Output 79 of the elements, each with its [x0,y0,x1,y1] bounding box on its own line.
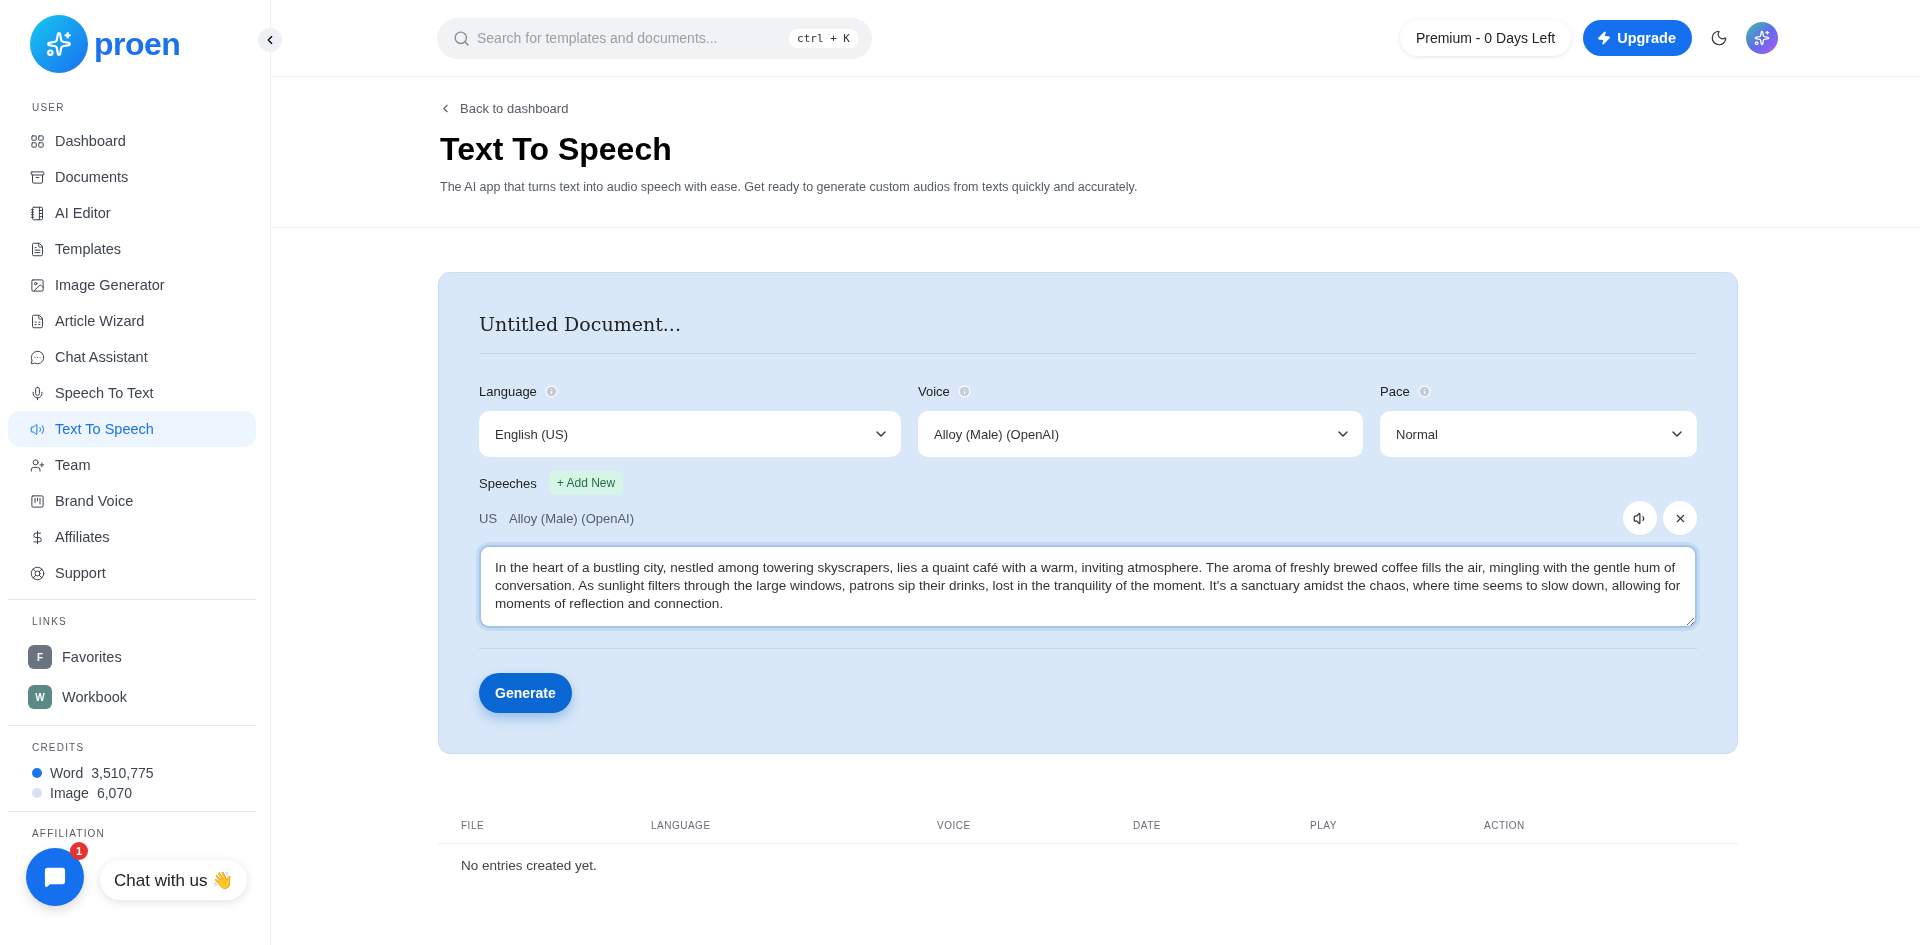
back-link[interactable]: Back to dashboard [439,101,569,116]
column-header: ACTION [1484,820,1526,831]
search-icon [453,29,470,47]
credit-value: 3,510,775 [91,765,154,781]
dropdown[interactable]: Alloy (Male) (OpenAI) [918,411,1363,457]
field-label: Voice [918,384,950,399]
document-title: Untitled Document... [479,313,1697,354]
flag-code: US [479,510,498,526]
column-header: VOICE [937,820,972,831]
empty-message: No entries created yet. [460,857,598,875]
preview-button[interactable] [1623,501,1657,535]
notebook-icon [30,205,45,221]
speech-voice: Alloy (Male) (OpenAI) [509,510,635,526]
sidebar-item[interactable]: Team [8,447,256,483]
sidebar-item[interactable]: Text To Speech [8,411,256,447]
chat-icon [44,866,66,888]
section-title: AFFILIATION [31,828,107,839]
section-title: LINKS [31,616,68,627]
credit-label: Image [50,785,89,801]
lightning-icon [1597,31,1612,45]
field-label: Pace [1380,384,1410,399]
info-icon [544,385,558,398]
avatar[interactable] [1746,22,1778,54]
moon-icon [1710,29,1728,47]
logo-text: proen [94,25,181,63]
document-icon [30,313,45,329]
letter-avatar: F [28,645,52,669]
column-header: LANGUAGE [651,820,712,831]
sidebar-item[interactable]: Documents [8,159,256,195]
sidebar-item[interactable]: Article Wizard [8,303,256,339]
column-header: FILE [461,820,486,831]
column-header: DATE [1133,820,1162,831]
sidebar-item[interactable]: Brand Voice [8,483,256,519]
microphone-icon [30,385,45,401]
column-header: PLAY [1310,820,1338,831]
page-subtitle: The AI app that turns text into audio speech with ease. Get ready to generate custom audios from texts quickly and accurately. [440,180,1139,194]
speech-text-field[interactable]: In the heart of a bustling city, nestled among towering skyscrapers, lies a quaint café with a warm, inviting atmosphere. The aroma of freshly brewed coffee fills the air, mingling with the gentle hum of conversation. As sunlight filters through the large windows, patrons sip their drinks, lost in the tranquility of the moment. It's a sanctuary amidst the chaos, where time seems to slow down, allowing for moments of reflection and connection. [479,545,1697,628]
field-label: Language [479,384,537,399]
dropdown[interactable]: English (US) [479,411,901,457]
sidebar-item[interactable]: Templates [8,231,256,267]
image-icon [30,277,45,293]
generate-button[interactable]: Generate [479,673,572,713]
sidebar-item[interactable]: Image Generator [8,267,256,303]
sidebar-item[interactable]: Affiliates [8,519,256,555]
chat-prompt: Chat with us 👋 [100,860,248,900]
notification-badge: 1 [70,842,88,860]
lifebuoy-icon [30,565,45,581]
document-icon [30,241,45,257]
user-plus-icon [30,457,45,473]
info-icon [1417,385,1431,398]
credit-label: Word [50,765,84,781]
sidebar-item[interactable]: Support [8,555,256,591]
dollar-icon [30,529,45,545]
sidebar-item[interactable]: AI Editor [8,195,256,231]
sidebar-link[interactable]: W Workbook [8,677,256,717]
plan-status: Premium - 0 Days Left [1399,20,1572,56]
sparkle-icon [1754,30,1770,46]
chat-button[interactable] [26,848,84,906]
logo-icon [30,15,88,73]
letter-avatar: W [28,685,52,709]
dropdown[interactable]: Normal [1380,411,1697,457]
archive-icon [30,169,45,185]
upgrade-button[interactable]: Upgrade [1583,20,1692,56]
section-title: USER [31,102,66,113]
speaker-icon [30,421,45,437]
collapse-button[interactable] [258,28,282,52]
sidebar-item[interactable]: Dashboard [8,123,256,159]
sidebar-item[interactable]: Speech To Text [8,375,256,411]
sidebar-link[interactable]: F Favorites [8,637,256,677]
sidebar-item[interactable]: Chat Assistant [8,339,256,375]
grid-icon [30,133,45,149]
speeches-label: Speeches [479,475,537,491]
add-new-button[interactable]: + Add New [548,471,624,495]
section-title: CREDITS [31,742,86,753]
credit-value: 6,070 [96,785,132,801]
info-icon [957,385,971,398]
chat-bubble-icon [30,349,45,365]
page-title: Text To Speech [440,131,673,168]
board-icon [30,493,45,509]
